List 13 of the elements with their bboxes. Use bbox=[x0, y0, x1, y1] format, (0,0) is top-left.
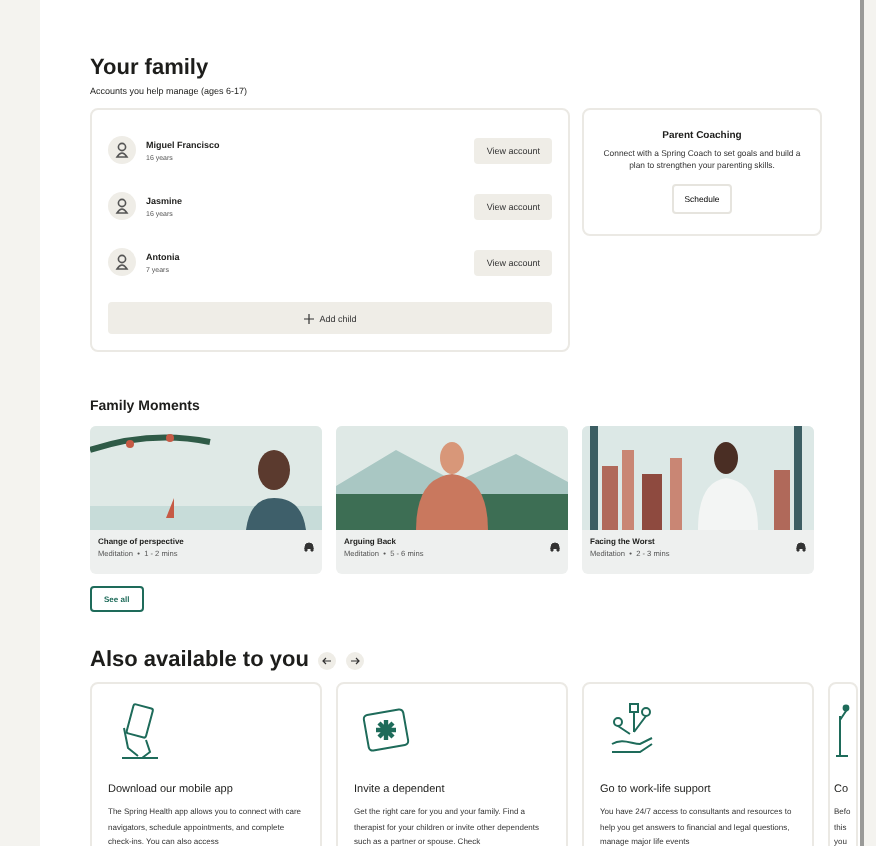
section-title: Your family bbox=[90, 56, 211, 80]
arrow-left-icon bbox=[322, 655, 333, 665]
headphones-icon bbox=[796, 542, 806, 552]
next-button[interactable] bbox=[346, 651, 365, 669]
child-avatar-icon bbox=[108, 248, 136, 276]
headphones-icon bbox=[550, 542, 560, 552]
arrow-right-icon bbox=[350, 655, 361, 665]
headphones-icon bbox=[304, 542, 314, 552]
child-avatar-icon bbox=[108, 136, 136, 164]
plus-icon bbox=[303, 313, 314, 323]
section-title: Also available to you bbox=[90, 648, 309, 672]
previous-button[interactable] bbox=[318, 651, 337, 669]
child-avatar-icon bbox=[108, 192, 136, 220]
